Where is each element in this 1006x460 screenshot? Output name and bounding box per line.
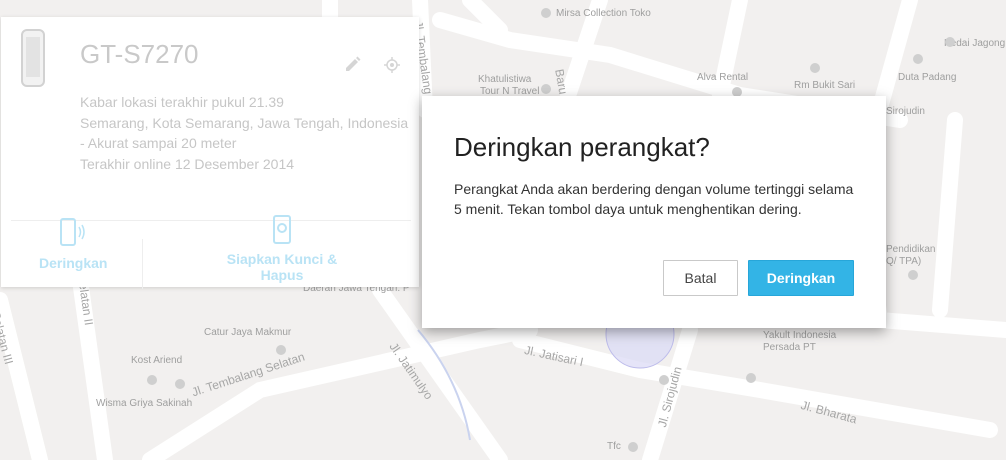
ring-confirm-button[interactable]: Deringkan xyxy=(748,260,854,296)
last-location-address: Semarang, Kota Semarang, Jawa Tengah, In… xyxy=(80,115,409,131)
map-poi-khatulistiwa: Khatulistiwa xyxy=(478,74,532,85)
map-poi-kost: Kost Ariend xyxy=(131,355,183,366)
shop-icon xyxy=(276,345,286,355)
shop-icon xyxy=(945,37,955,47)
school-icon xyxy=(908,270,918,280)
device-info-card: GT-S7270 Kabar lokasi terakhir pukul 21.… xyxy=(1,17,419,289)
locate-icon[interactable] xyxy=(384,57,400,73)
map-poi-tfc: Tfc xyxy=(607,441,621,452)
phone-device-icon xyxy=(21,29,45,87)
location-accuracy: - Akurat sampai 20 meter xyxy=(80,135,237,151)
shop-icon xyxy=(541,8,551,18)
map-poi-alva: Alva Rental xyxy=(697,72,749,83)
map-poi-bukitsari: Rm Bukit Sari xyxy=(794,80,856,91)
map-poi-yakult1: Yakult Indonesia xyxy=(763,330,837,341)
map-poi-yakult2: Persada PT xyxy=(763,342,816,353)
lodging-icon xyxy=(175,379,185,389)
map-poi-wisma: Wisma Griya Sakinah xyxy=(96,398,193,409)
ring-action[interactable]: Deringkan xyxy=(39,217,108,271)
map-poi-caturjaya: Catur Jaya Makmur xyxy=(204,327,292,338)
device-name: GT-S7270 xyxy=(80,39,199,69)
lock-erase-label: Siapkan Kunci & Hapus xyxy=(226,251,338,283)
lodging-icon xyxy=(147,375,157,385)
last-location-time: Kabar lokasi terakhir pukul 21.39 xyxy=(80,94,284,110)
map-poi-mirsa: Mirsa Collection Toko xyxy=(556,8,651,19)
edit-icon[interactable] xyxy=(344,55,362,73)
last-online: Terakhir online 12 Desember 2014 xyxy=(80,156,295,172)
ring-device-dialog: Deringkan perangkat? Perangkat Anda akan… xyxy=(422,96,886,328)
map-poi-tpa: Q/ TPA) xyxy=(886,256,922,267)
phone-settings-icon xyxy=(273,215,291,244)
dialog-message: Perangkat Anda akan berdering dengan vol… xyxy=(454,181,854,217)
map-poi-sirojudin: Sirojudin xyxy=(886,106,925,117)
restaurant-icon xyxy=(810,63,820,73)
ring-phone-icon xyxy=(60,218,85,246)
shop-icon xyxy=(913,54,923,64)
shop-icon xyxy=(746,373,756,383)
lock-erase-action[interactable]: Siapkan Kunci & Hapus xyxy=(206,215,358,283)
ring-action-label: Deringkan xyxy=(39,255,108,271)
map-poi-pendidikan: Pendidikan xyxy=(886,244,936,255)
action-divider xyxy=(142,239,143,289)
cancel-button[interactable]: Batal xyxy=(663,260,738,296)
travel-icon xyxy=(541,84,551,94)
dialog-title: Deringkan perangkat? xyxy=(454,132,710,162)
restaurant-icon xyxy=(628,442,638,452)
map-poi-dutapadang: Duta Padang xyxy=(898,72,957,83)
